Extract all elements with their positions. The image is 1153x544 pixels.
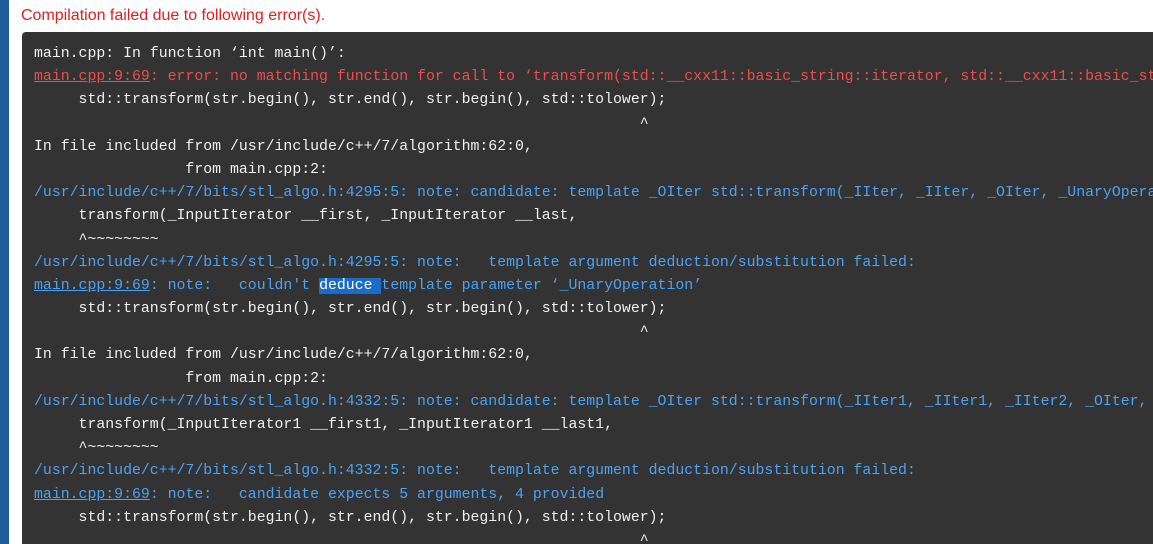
console-text: transform(_InputIterator __first, _Input…: [34, 208, 578, 225]
source-location-link[interactable]: main.cpp:9:69: [34, 69, 150, 85]
console-text: template parameter ‘_UnaryOperation’: [381, 277, 703, 294]
console-text: from main.cpp:2:: [34, 161, 328, 178]
console-text: : error: no matching function for call t…: [149, 69, 1153, 86]
console-text: In file included from /usr/include/c++/7…: [34, 138, 533, 155]
console-line: main.cpp:9:69: note: candidate expects 5…: [34, 484, 1153, 507]
console-text: : note: couldn't: [149, 277, 320, 294]
console-text: : note: candidate expects 5 arguments, 4…: [149, 486, 605, 503]
compiler-output-console[interactable]: main.cpp: In function ‘int main()’: main.…: [22, 32, 1153, 544]
console-line: ^: [34, 321, 1153, 344]
console-line: /usr/include/c++/7/bits/stl_algo.h:4332:…: [34, 391, 1153, 414]
console-text: ^~~~~~~~~: [34, 231, 159, 248]
console-line: In file included from /usr/include/c++/7…: [34, 136, 1153, 159]
console-text: /usr/include/c++/7/bits/stl_algo.h:4332:…: [34, 463, 916, 480]
console-line: ^~~~~~~~~: [34, 229, 1153, 252]
console-line: from main.cpp:2:: [34, 368, 1153, 391]
console-lines: main.cpp: In function ‘int main()’: main.…: [34, 43, 1153, 544]
compilation-error-heading: Compilation failed due to following erro…: [21, 7, 326, 24]
console-line: from main.cpp:2:: [34, 159, 1153, 182]
console-line: /usr/include/c++/7/bits/stl_algo.h:4332:…: [34, 460, 1153, 483]
console-text: /usr/include/c++/7/bits/stl_algo.h:4295:…: [34, 185, 1153, 202]
console-text: /usr/include/c++/7/bits/stl_algo.h:4332:…: [34, 393, 1148, 410]
console-line: ^~~~~~~~~: [34, 437, 1153, 460]
console-text: /usr/include/c++/7/bits/stl_algo.h:4295:…: [34, 254, 916, 271]
console-text: std::transform(str.begin(), str.end(), s…: [34, 509, 667, 526]
console-line: In file included from /usr/include/c++/7…: [34, 344, 1153, 367]
console-text: ^: [34, 115, 649, 132]
source-location-link[interactable]: main.cpp:9:69: [34, 487, 150, 503]
console-text: transform(_InputIterator1 __first1, _Inp…: [34, 417, 614, 433]
console-text: ^~~~~~~~~: [34, 440, 159, 457]
console-line: ^: [34, 113, 1153, 136]
console-line: std::transform(str.begin(), str.end(), s…: [34, 507, 1153, 530]
console-line: /usr/include/c++/7/bits/stl_algo.h:4295:…: [34, 182, 1153, 205]
console-line: main.cpp:9:69: note: couldn't deduce tem…: [34, 275, 1153, 298]
console-line: main.cpp:9:69: error: no matching functi…: [34, 66, 1153, 89]
console-text: In file included from /usr/include/c++/7…: [34, 347, 533, 364]
console-text: ^: [34, 532, 649, 544]
console-text: ^: [34, 324, 649, 341]
console-line: main.cpp: In function ‘int main()’:: [34, 43, 1153, 66]
console-text: std::transform(str.begin(), str.end(), s…: [34, 301, 667, 318]
source-location-link[interactable]: main.cpp:9:69: [34, 278, 150, 294]
console-line: std::transform(str.begin(), str.end(), s…: [34, 298, 1153, 321]
selected-text[interactable]: deduce: [319, 277, 382, 294]
console-line: std::transform(str.begin(), str.end(), s…: [34, 89, 1153, 112]
console-line: /usr/include/c++/7/bits/stl_algo.h:4295:…: [34, 252, 1153, 275]
console-line: ^: [34, 530, 1153, 544]
console-line: transform(_InputIterator1 __first1, _Inp…: [34, 414, 1153, 437]
console-text: main.cpp: In function ‘int main()’:: [34, 46, 346, 62]
console-text: from main.cpp:2:: [34, 370, 328, 387]
console-line: transform(_InputIterator __first, _Input…: [34, 205, 1153, 228]
compiler-output-page: Compilation failed due to following erro…: [0, 0, 1153, 544]
left-accent-bar: [0, 0, 9, 544]
console-text: std::transform(str.begin(), str.end(), s…: [34, 92, 667, 109]
